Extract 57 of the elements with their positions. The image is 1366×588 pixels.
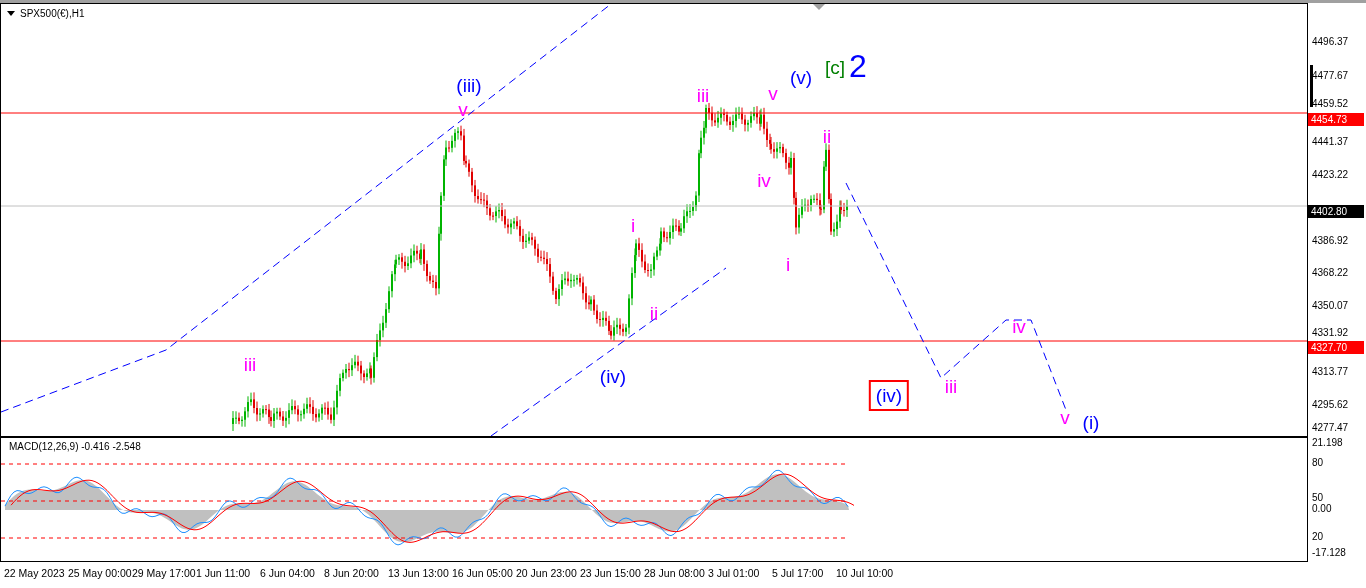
- time-tick: 28 Jun 08:00: [644, 566, 706, 581]
- wave-label: iii: [944, 377, 958, 396]
- macd-tick: 50: [1312, 492, 1324, 504]
- wave-label: iv: [757, 171, 771, 190]
- price-tick: 4295.62: [1312, 399, 1349, 411]
- price-marker: 4402.80: [1308, 205, 1364, 218]
- price-tick: 4331.92: [1312, 327, 1349, 339]
- wave-label: [c]: [824, 58, 846, 77]
- time-tick: 6 Jun 04:00: [260, 566, 316, 581]
- price-tick: 4313.77: [1312, 366, 1349, 378]
- macd-tick: 80: [1312, 457, 1324, 469]
- wave-label: v: [768, 84, 778, 103]
- macd-tick: 21.198: [1312, 437, 1343, 449]
- wave-label: v: [458, 100, 468, 119]
- symbol-label: SPX500(€),H1: [20, 8, 85, 19]
- time-tick: 25 May 00:00: [68, 566, 132, 581]
- wave-label: (i): [1082, 413, 1100, 432]
- wave-label: (iii): [456, 76, 482, 95]
- time-tick: 22 May 2023: [4, 566, 66, 581]
- time-tick: 16 Jun 05:00: [452, 566, 514, 581]
- price-tick: 4350.07: [1312, 300, 1349, 312]
- price-tick: 4386.92: [1312, 235, 1349, 247]
- price-tick: 4459.52: [1312, 98, 1349, 110]
- macd-tick: 0.00: [1312, 503, 1332, 515]
- time-tick: 3 Jul 01:00: [708, 566, 761, 581]
- wave-label: (iv): [599, 367, 627, 386]
- wave-label: i: [630, 216, 636, 235]
- chart-title[interactable]: SPX500(€),H1: [7, 8, 85, 19]
- time-tick: 23 Jun 15:00: [580, 566, 642, 581]
- time-tick: 8 Jun 20:00: [324, 566, 380, 581]
- time-tick: 20 Jun 23:00: [516, 566, 578, 581]
- price-tick: 4368.22: [1312, 267, 1349, 279]
- wave-label: ii: [649, 304, 659, 323]
- time-tick: 13 Jun 13:00: [388, 566, 450, 581]
- price-tick: 4277.47: [1312, 422, 1349, 434]
- time-tick: 29 May 17:00: [132, 566, 196, 581]
- wave-label: 2: [849, 50, 867, 82]
- price-marker: 4454.73: [1308, 113, 1364, 126]
- price-tick: 4423.22: [1312, 169, 1349, 181]
- wave-label: iii: [243, 355, 257, 374]
- macd-tick: -17.128: [1312, 547, 1346, 559]
- price-tick: 4496.37: [1312, 36, 1349, 48]
- price-tick: 4477.67: [1312, 70, 1349, 82]
- wave-label: i: [785, 255, 791, 274]
- time-tick: 10 Jul 10:00: [836, 566, 895, 581]
- wave-label: (v): [789, 68, 813, 87]
- macd-tick: 20: [1312, 531, 1324, 543]
- wave-label: iii: [696, 86, 710, 105]
- price-marker: 4327.70: [1308, 341, 1364, 354]
- time-tick: 5 Jul 17:00: [772, 566, 825, 581]
- time-tick: 1 Jun 11:00: [196, 566, 252, 581]
- wave-label: v: [1060, 408, 1070, 427]
- wave-label: iv: [1012, 317, 1026, 336]
- wave-label: (iv): [868, 380, 910, 411]
- indicator-title: MACD(12,26,9) -0.416 -2.548: [9, 441, 141, 452]
- price-tick: 4441.37: [1312, 136, 1349, 148]
- wave-label: ii: [822, 127, 832, 146]
